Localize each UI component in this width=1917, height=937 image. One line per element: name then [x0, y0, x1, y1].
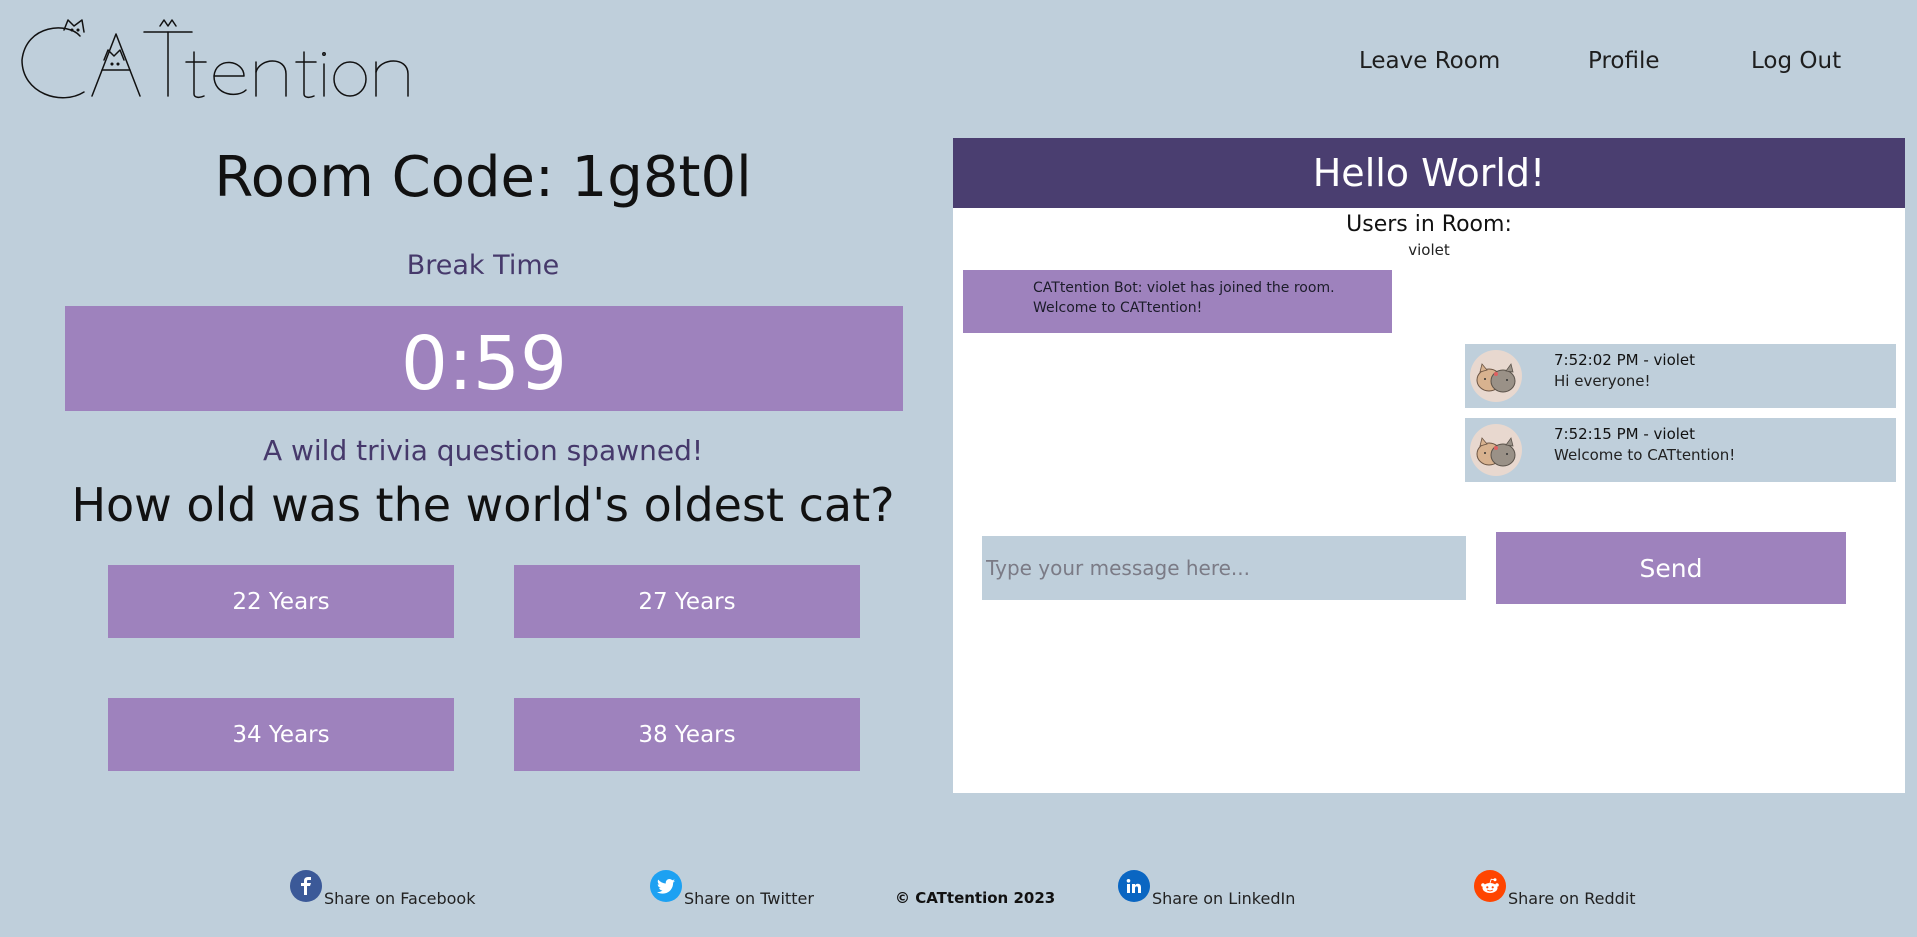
message-input[interactable] — [982, 536, 1466, 600]
answer-button-2[interactable]: 27 Years — [514, 565, 860, 638]
message-text: Hi everyone! — [1554, 372, 1651, 390]
avatar — [1470, 350, 1522, 402]
share-linkedin-label: Share on LinkedIn — [1152, 889, 1296, 908]
facebook-icon — [290, 870, 322, 902]
chat-panel: Hello World! Users in Room: violet CATte… — [953, 138, 1905, 793]
answer-button-4[interactable]: 38 Years — [514, 698, 860, 771]
trivia-question: How old was the world's oldest cat? — [71, 478, 895, 532]
cat-avatar-icon — [1476, 437, 1516, 467]
answer-button-1[interactable]: 22 Years — [108, 565, 454, 638]
chat-message: 7:52:15 PM - violet Welcome to CATtentio… — [1465, 418, 1896, 482]
nav-log-out[interactable]: Log Out — [1751, 48, 1841, 74]
avatar — [1470, 424, 1522, 476]
share-reddit-label: Share on Reddit — [1508, 889, 1636, 908]
linkedin-icon — [1118, 870, 1150, 902]
share-facebook-label: Share on Facebook — [324, 889, 476, 908]
cat-avatar-icon — [1476, 363, 1516, 393]
timer-value: 0:59 — [400, 321, 568, 407]
nav-leave-room[interactable]: Leave Room — [1359, 48, 1500, 74]
message-meta: 7:52:15 PM - violet — [1554, 425, 1696, 443]
reddit-icon — [1474, 870, 1506, 902]
share-linkedin-link[interactable]: Share on LinkedIn — [1118, 870, 1296, 908]
nav-profile[interactable]: Profile — [1588, 48, 1660, 74]
users-in-room-heading: Users in Room: — [1346, 212, 1512, 237]
room-code: Room Code: 1g8t0l — [214, 145, 752, 210]
chat-title: Hello World! — [953, 138, 1905, 208]
bot-message: CATtention Bot: violet has joined the ro… — [963, 270, 1392, 333]
share-reddit-link[interactable]: Share on Reddit — [1474, 870, 1636, 908]
share-twitter-label: Share on Twitter — [684, 889, 814, 908]
timer-status: Break Time — [406, 250, 560, 281]
message-text: Welcome to CATtention! — [1554, 446, 1736, 464]
logo-art — [21, 19, 409, 99]
send-button[interactable]: Send — [1496, 532, 1846, 604]
trivia-spawn-text: A wild trivia question spawned! — [262, 434, 704, 467]
cattention-logo[interactable] — [18, 16, 428, 106]
users-list: violet — [1408, 241, 1450, 259]
timer-panel: 0:59 — [65, 306, 903, 411]
copyright: © CATtention 2023 — [895, 889, 1056, 907]
message-meta: 7:52:02 PM - violet — [1554, 351, 1696, 369]
answer-button-3[interactable]: 34 Years — [108, 698, 454, 771]
share-twitter-link[interactable]: Share on Twitter — [650, 870, 814, 908]
chat-message: 7:52:02 PM - violet Hi everyone! — [1465, 344, 1896, 408]
bot-message-text: CATtention Bot: violet has joined the ro… — [1033, 280, 1335, 316]
share-facebook-link[interactable]: Share on Facebook — [290, 870, 476, 908]
twitter-icon — [650, 870, 682, 902]
